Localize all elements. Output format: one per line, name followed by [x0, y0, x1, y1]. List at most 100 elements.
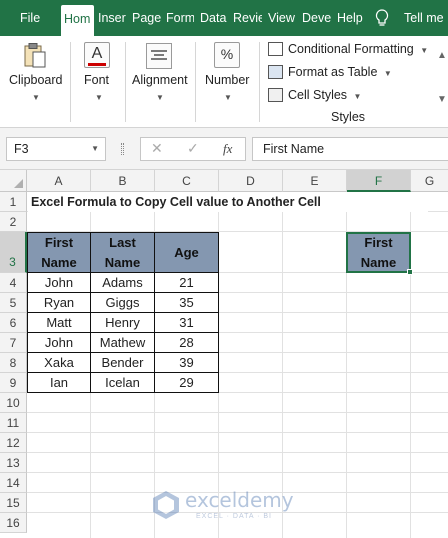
select-all-icon	[14, 179, 23, 188]
conditional-formatting-button[interactable]: Conditional Formatting ▼	[268, 39, 428, 59]
resize-handle[interactable]	[121, 143, 124, 155]
tab-view[interactable]: View	[268, 0, 296, 36]
row-header[interactable]: 14	[0, 473, 27, 493]
font-label: Font	[84, 73, 110, 87]
watermark-brand: exceldemy	[185, 488, 294, 512]
table-cell[interactable]: 29	[154, 372, 219, 393]
formula-input[interactable]: First Name	[252, 137, 448, 161]
table-cell[interactable]: John	[27, 272, 91, 293]
font-color-bar	[88, 63, 106, 66]
lightbulb-icon[interactable]	[375, 9, 389, 27]
watermark-tagline: EXCEL · DATA · BI	[196, 513, 272, 520]
cell-text: Name	[360, 254, 397, 270]
row-header[interactable]: 3	[0, 232, 27, 273]
ribbon-divider	[259, 42, 260, 122]
row-header[interactable]: 2	[0, 212, 27, 232]
chevron-down-icon: ▼	[224, 93, 232, 102]
header-text: First	[44, 234, 74, 250]
clipboard-group[interactable]: Clipboard ▼	[0, 36, 70, 128]
row-header[interactable]: 6	[0, 313, 27, 333]
column-header-c[interactable]: C	[155, 170, 219, 192]
table-cell[interactable]: John	[27, 332, 91, 353]
tab-developer[interactable]: Deve	[302, 0, 331, 36]
row-header[interactable]: 7	[0, 333, 27, 353]
table-cell[interactable]: 39	[154, 352, 219, 373]
table-cell[interactable]: Icelan	[90, 372, 155, 393]
tab-file[interactable]: File	[20, 0, 46, 36]
formula-bar: F3 ▼ ✕ ✓ fx First Name	[0, 128, 448, 170]
tell-me-search[interactable]: Tell me	[404, 0, 448, 36]
row-header[interactable]: 9	[0, 373, 27, 393]
insert-function-icon[interactable]: fx	[223, 141, 232, 157]
table-cell[interactable]: Giggs	[90, 292, 155, 313]
chevron-down-icon: ▼	[156, 93, 164, 102]
header-text: Age	[174, 244, 199, 260]
row-header[interactable]: 1	[0, 192, 27, 212]
styles-group-label: Styles	[331, 110, 366, 124]
name-box[interactable]: F3 ▼	[6, 137, 106, 161]
table-cell[interactable]: Bender	[90, 352, 155, 373]
column-header-g[interactable]: G	[411, 170, 448, 192]
row-header[interactable]: 15	[0, 493, 27, 513]
tab-data[interactable]: Data	[200, 0, 227, 36]
column-header-f[interactable]: F	[347, 170, 411, 192]
tab-review[interactable]: Revie	[233, 0, 262, 36]
column-header-b[interactable]: B	[91, 170, 155, 192]
table-cell[interactable]: 21	[154, 272, 219, 293]
row-header[interactable]: 5	[0, 293, 27, 313]
sheet-title-cell[interactable]: Excel Formula to Copy Cell value to Anot…	[28, 192, 428, 212]
cell-styles-icon	[268, 88, 283, 102]
table-cell[interactable]: 31	[154, 312, 219, 333]
font-group[interactable]: A Font ▼	[71, 36, 125, 128]
table-cell[interactable]: Ian	[27, 372, 91, 393]
ribbon: Clipboard ▼ A Font ▼ Alignment ▼ % Numbe…	[0, 36, 448, 128]
ribbon-scroll-icon[interactable]: ▲	[437, 50, 447, 61]
row-header[interactable]: 12	[0, 433, 27, 453]
header-text: Name	[41, 254, 77, 270]
table-cell[interactable]: 28	[154, 332, 219, 353]
column-header-a[interactable]: A	[27, 170, 91, 192]
tab-home[interactable]: Hom	[61, 5, 94, 36]
tab-formulas[interactable]: Form	[166, 0, 194, 36]
table-cell[interactable]: 35	[154, 292, 219, 313]
row-header[interactable]: 4	[0, 273, 27, 293]
table-cell[interactable]: Xaka	[27, 352, 91, 373]
cell-text: First	[364, 234, 393, 250]
table-cell[interactable]: Matt	[27, 312, 91, 333]
table-cell[interactable]: Mathew	[90, 332, 155, 353]
table-cell[interactable]: Henry	[90, 312, 155, 333]
enter-icon[interactable]: ✓	[187, 140, 199, 157]
select-all-corner[interactable]	[0, 170, 27, 192]
tab-insert[interactable]: Inser	[98, 0, 127, 36]
tab-page-layout[interactable]: Page	[132, 0, 161, 36]
row-header[interactable]: 11	[0, 413, 27, 433]
header-text: Name	[104, 254, 141, 270]
table-cell[interactable]: Ryan	[27, 292, 91, 313]
number-group[interactable]: % Number ▼	[196, 36, 258, 128]
row-header[interactable]: 13	[0, 453, 27, 473]
table-header-last-name[interactable]: Last Name	[90, 232, 155, 273]
exceldemy-logo-icon	[153, 491, 179, 519]
column-header-e[interactable]: E	[283, 170, 347, 192]
gridline	[27, 452, 448, 453]
chevron-down-icon: ▼	[383, 69, 392, 78]
tab-help[interactable]: Help	[337, 0, 365, 36]
column-header-d[interactable]: D	[219, 170, 283, 192]
chevron-down-icon[interactable]: ▼	[91, 138, 99, 160]
gridline	[27, 472, 448, 473]
table-cell[interactable]: Adams	[90, 272, 155, 293]
ribbon-scroll-icon[interactable]: ▼	[437, 94, 447, 105]
fill-handle[interactable]	[407, 269, 413, 275]
table-header-age[interactable]: Age	[154, 232, 219, 273]
worksheet-grid: A B C D E F G 1 2 3 4 5 6 7 8 9 10 11 12…	[0, 170, 448, 538]
row-header[interactable]: 10	[0, 393, 27, 413]
row-header[interactable]: 16	[0, 513, 27, 533]
row-header[interactable]: 8	[0, 353, 27, 373]
alignment-label: Alignment	[132, 73, 188, 87]
table-header-first-name[interactable]: First Name	[27, 232, 91, 273]
cancel-icon[interactable]: ✕	[151, 140, 163, 157]
format-as-table-button[interactable]: Format as Table ▼	[268, 62, 392, 82]
alignment-group[interactable]: Alignment ▼	[126, 36, 194, 128]
selected-cell-f3[interactable]: First Name	[346, 232, 411, 273]
cell-styles-button[interactable]: Cell Styles ▼	[268, 85, 361, 105]
